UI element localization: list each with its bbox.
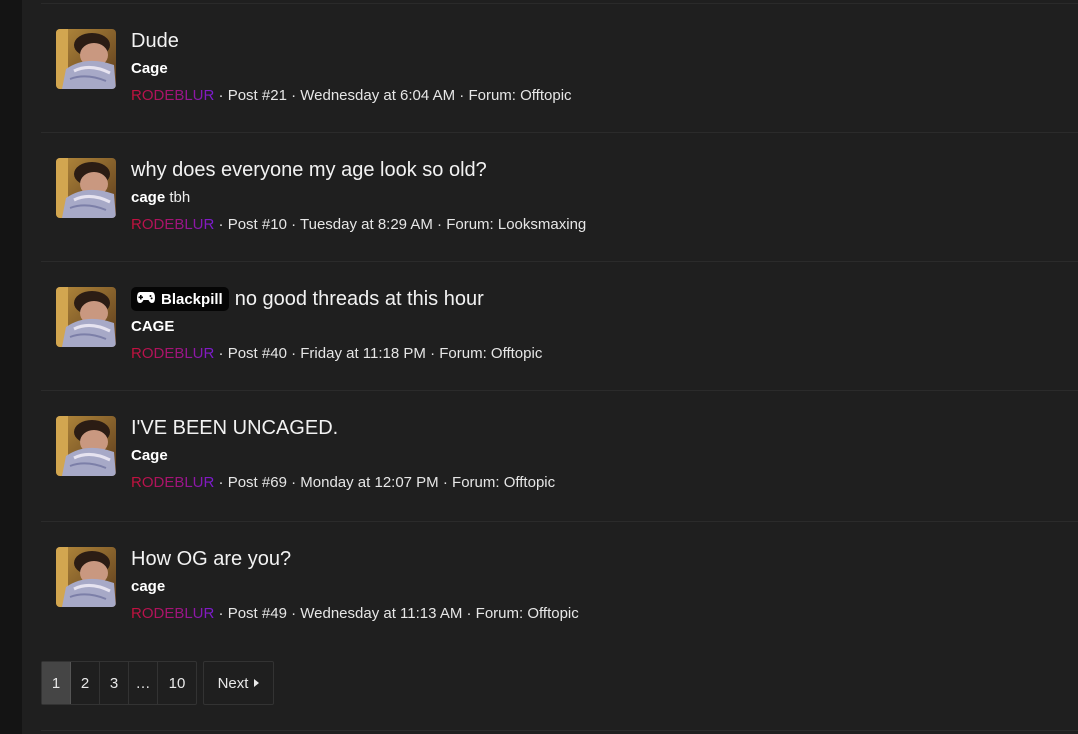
forum-link[interactable]: Forum: Offtopic <box>452 474 555 491</box>
meta-separator: · <box>291 605 297 622</box>
result-item: Blackpill no good threads at this hour C… <box>41 261 1078 390</box>
user-avatar[interactable] <box>56 416 116 476</box>
post-date: Tuesday at 8:29 AM <box>300 216 433 233</box>
post-date: Monday at 12:07 PM <box>300 474 439 491</box>
forum-link[interactable]: Forum: Offtopic <box>476 605 579 622</box>
page-numbers: 1 2 3… 10 <box>41 661 197 705</box>
left-rail <box>0 0 22 734</box>
meta-separator: · <box>291 87 297 104</box>
result-meta: RODEBLUR · Post #40 · Friday at 11:18 PM… <box>131 345 542 365</box>
forum-link[interactable]: Forum: Offtopic <box>439 345 542 362</box>
username-link[interactable]: RODEBLUR <box>131 216 214 233</box>
meta-separator: · <box>218 605 224 622</box>
result-meta: RODEBLUR · Post #10 · Tuesday at 8:29 AM… <box>131 216 586 236</box>
meta-separator: · <box>291 216 297 233</box>
page-link[interactable]: 1 <box>42 662 71 704</box>
result-meta: RODEBLUR · Post #49 · Wednesday at 11:13… <box>131 605 579 625</box>
page-link[interactable]: 2 <box>71 662 100 704</box>
result-title[interactable]: Dude <box>131 28 572 54</box>
forum-link[interactable]: Forum: Looksmaxing <box>446 216 586 233</box>
result-snippet: cage tbh <box>131 189 586 209</box>
meta-separator: · <box>459 87 465 104</box>
result-content: why does everyone my age look so old? ca… <box>131 157 586 236</box>
title-text[interactable]: I'VE BEEN UNCAGED. <box>131 417 338 440</box>
post-number: Post #40 <box>227 345 287 362</box>
search-results-panel: Dude Cage RODEBLUR · Post #21 · Wednesda… <box>22 0 1078 734</box>
snippet-highlight: CAGE <box>131 318 175 335</box>
user-avatar[interactable] <box>56 29 116 89</box>
thread-prefix[interactable]: Blackpill <box>131 287 229 311</box>
snippet-highlight: cage <box>131 578 166 595</box>
caret-right-icon <box>254 679 260 687</box>
forum-link[interactable]: Forum: Offtopic <box>468 87 571 104</box>
results-list: Dude Cage RODEBLUR · Post #21 · Wednesda… <box>41 3 1078 650</box>
meta-separator: · <box>430 345 436 362</box>
result-item: Dude Cage RODEBLUR · Post #21 · Wednesda… <box>41 3 1078 132</box>
snippet-highlight: Cage <box>131 447 168 464</box>
post-date: Wednesday at 6:04 AM <box>300 87 456 104</box>
title-text[interactable]: why does everyone my age look so old? <box>131 159 487 182</box>
snippet-highlight: cage <box>131 189 166 206</box>
result-title[interactable]: I'VE BEEN UNCAGED. <box>131 415 555 441</box>
result-content: Blackpill no good threads at this hour C… <box>131 286 542 365</box>
result-content: Dude Cage RODEBLUR · Post #21 · Wednesda… <box>131 28 572 107</box>
title-text[interactable]: How OG are you? <box>131 548 291 571</box>
page-ellipsis[interactable]: … <box>129 662 158 704</box>
post-number: Post #69 <box>227 474 287 491</box>
divider <box>41 730 1078 731</box>
username-link[interactable]: RODEBLUR <box>131 87 214 104</box>
user-avatar[interactable] <box>56 547 116 607</box>
result-item: How OG are you? cage RODEBLUR · Post #49… <box>41 521 1078 650</box>
post-number: Post #10 <box>227 216 287 233</box>
result-meta: RODEBLUR · Post #21 · Wednesday at 6:04 … <box>131 87 572 107</box>
user-avatar[interactable] <box>56 158 116 218</box>
title-text[interactable]: Dude <box>131 30 179 53</box>
result-content: How OG are you? cage RODEBLUR · Post #49… <box>131 546 579 625</box>
result-title[interactable]: How OG are you? <box>131 546 579 572</box>
title-text[interactable]: no good threads at this hour <box>235 288 484 311</box>
username-link[interactable]: RODEBLUR <box>131 345 214 362</box>
meta-separator: · <box>466 605 472 622</box>
result-item: why does everyone my age look so old? ca… <box>41 132 1078 261</box>
meta-separator: · <box>291 345 297 362</box>
result-snippet: Cage <box>131 60 572 80</box>
result-item: I'VE BEEN UNCAGED. Cage RODEBLUR · Post … <box>41 390 1078 521</box>
post-number: Post #49 <box>227 605 287 622</box>
snippet-highlight: Cage <box>131 60 168 77</box>
pagination: 1 2 3… 10 Next <box>41 661 274 705</box>
post-date: Wednesday at 11:13 AM <box>300 605 463 622</box>
result-content: I'VE BEEN UNCAGED. Cage RODEBLUR · Post … <box>131 415 555 494</box>
post-date: Friday at 11:18 PM <box>300 345 426 362</box>
result-title[interactable]: Blackpill no good threads at this hour <box>131 286 542 312</box>
next-label: Next <box>217 674 249 692</box>
meta-separator: · <box>218 345 224 362</box>
user-avatar[interactable] <box>56 287 116 347</box>
post-number: Post #21 <box>227 87 287 104</box>
meta-separator: · <box>442 474 448 491</box>
result-meta: RODEBLUR · Post #69 · Monday at 12:07 PM… <box>131 474 555 494</box>
meta-separator: · <box>218 216 224 233</box>
prefix-label: Blackpill <box>161 290 223 308</box>
meta-separator: · <box>218 474 224 491</box>
result-title[interactable]: why does everyone my age look so old? <box>131 157 586 183</box>
meta-separator: · <box>291 474 297 491</box>
result-snippet: CAGE <box>131 318 542 338</box>
username-link[interactable]: RODEBLUR <box>131 474 214 491</box>
page-link[interactable]: 3 <box>100 662 129 704</box>
username-link[interactable]: RODEBLUR <box>131 605 214 622</box>
next-page-button[interactable]: Next <box>203 661 274 705</box>
meta-separator: · <box>218 87 224 104</box>
result-snippet: Cage <box>131 447 555 467</box>
snippet-text: tbh <box>165 189 191 206</box>
meta-separator: · <box>437 216 443 233</box>
page-link[interactable]: 10 <box>158 662 196 704</box>
result-snippet: cage <box>131 578 579 598</box>
gamepad-icon <box>136 289 156 309</box>
